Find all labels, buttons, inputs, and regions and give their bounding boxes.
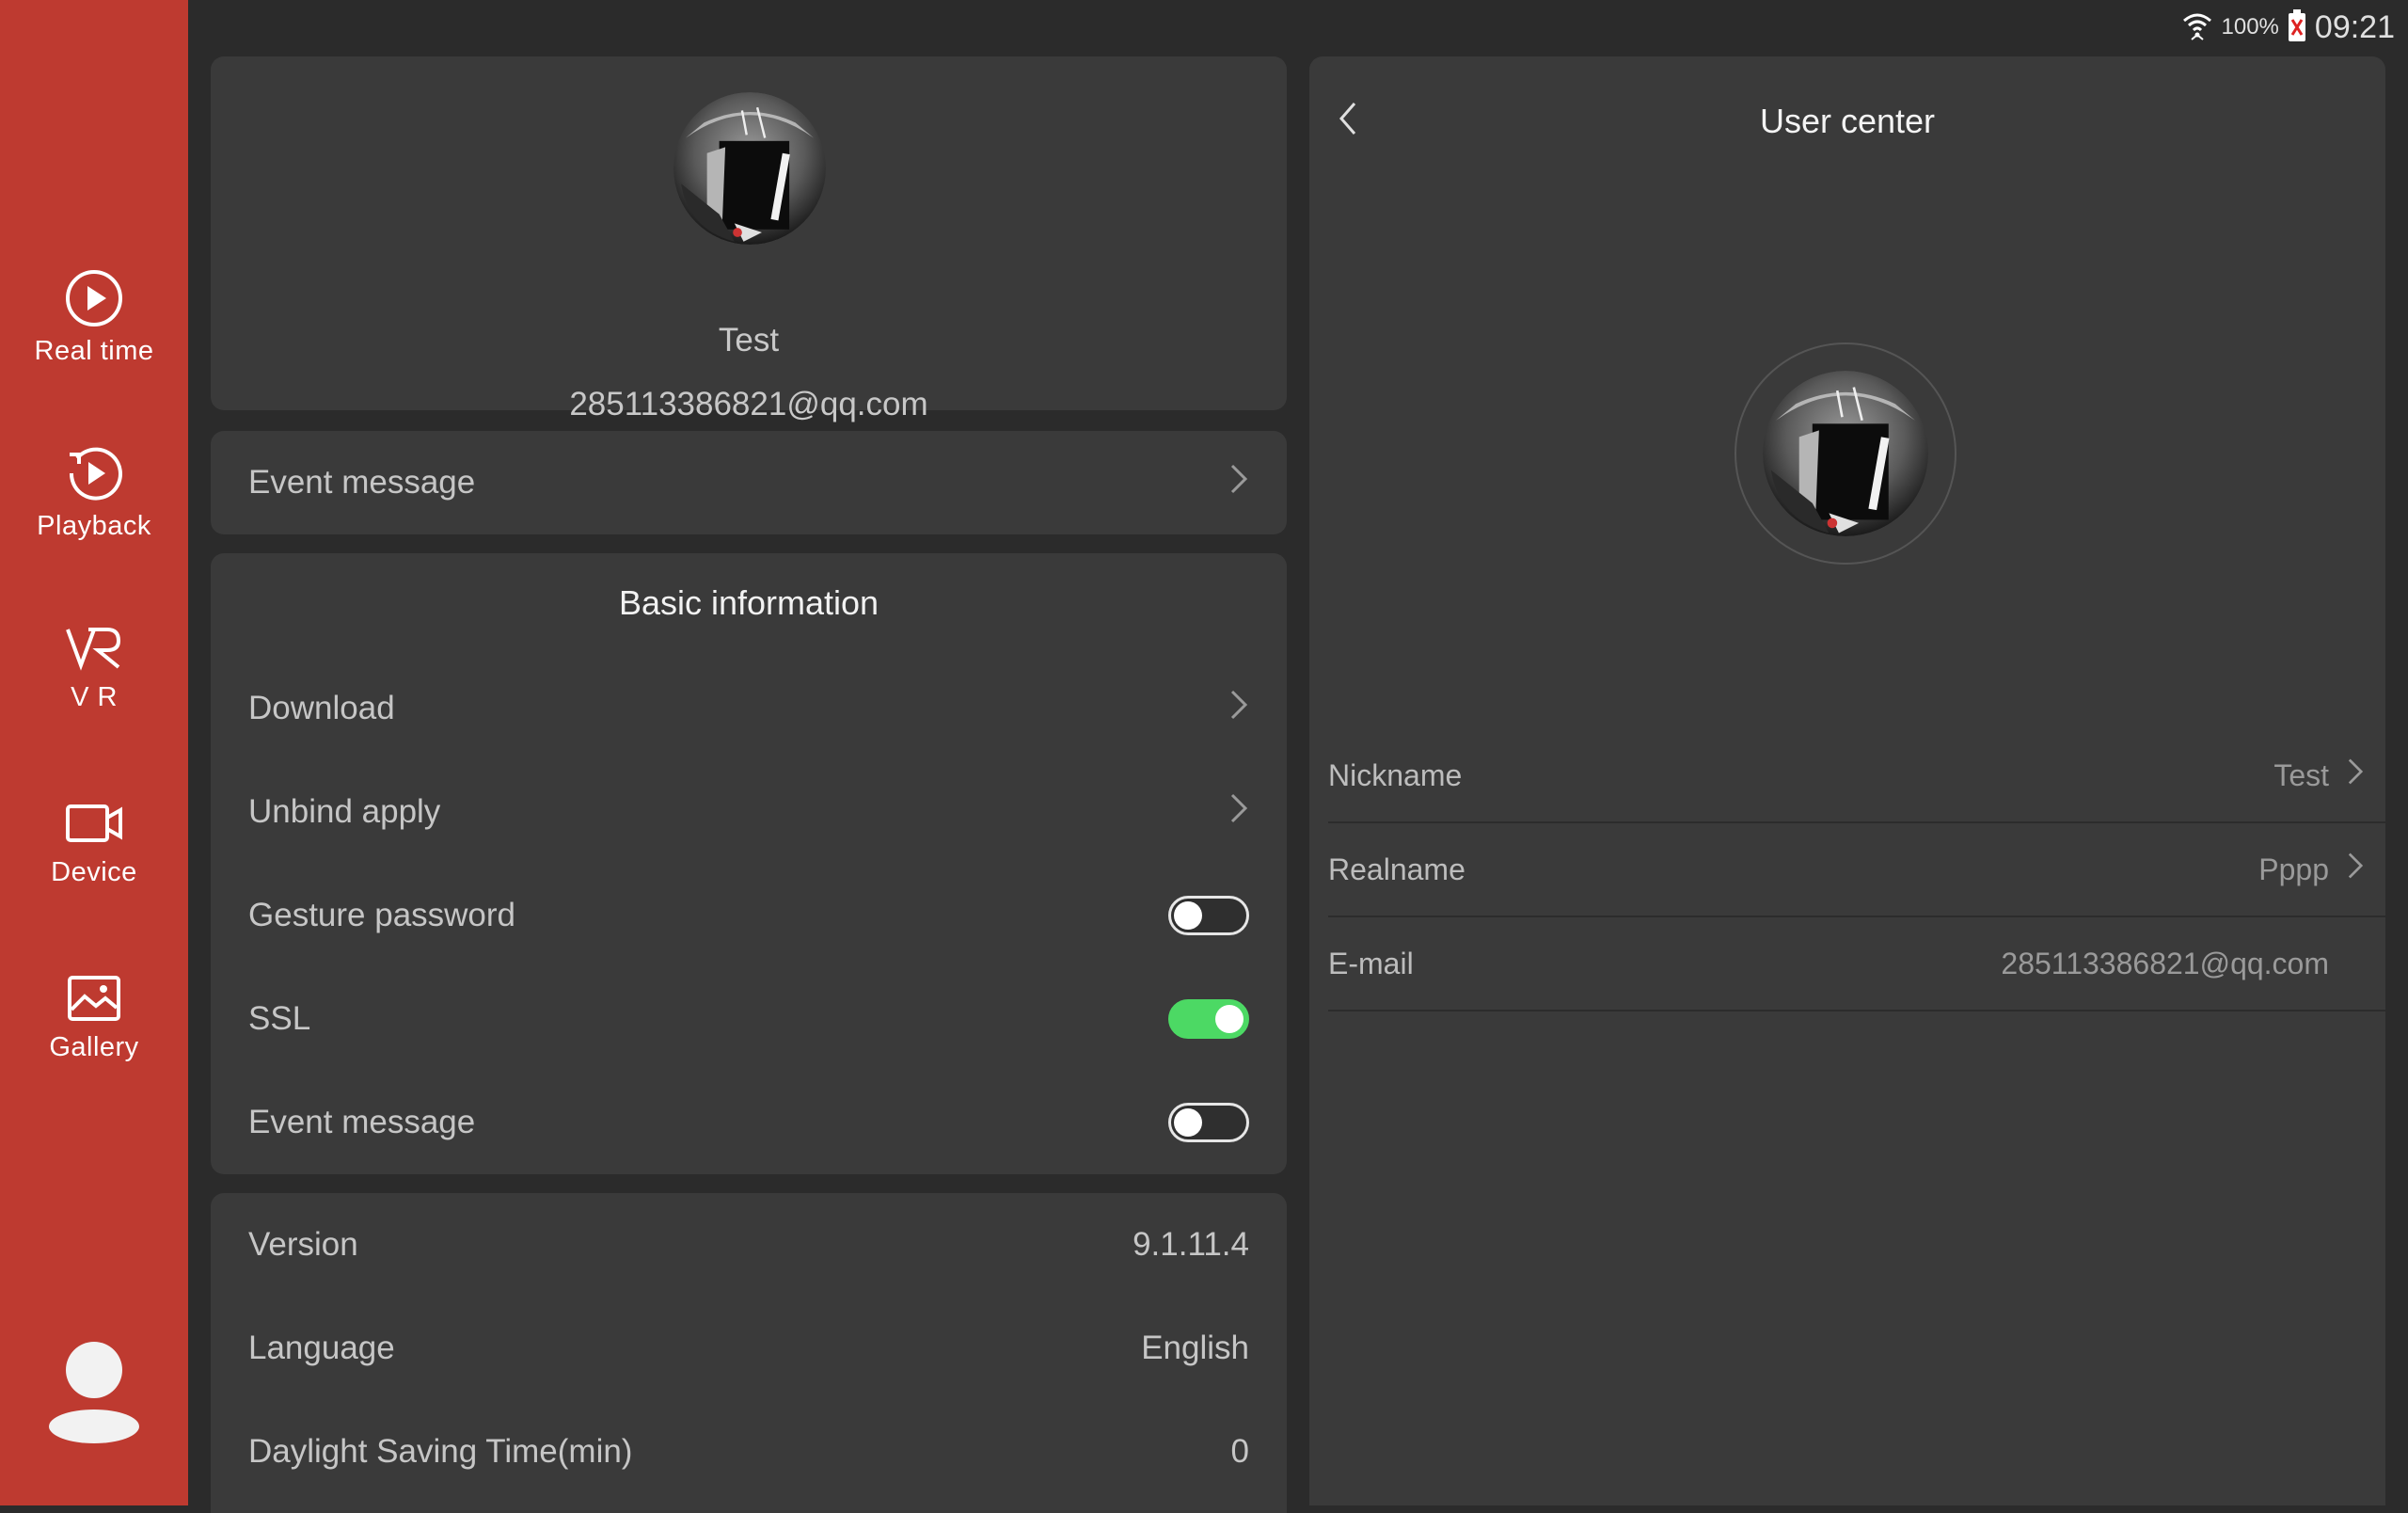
chevron-right-icon — [1228, 688, 1249, 730]
row-label: E-mail — [1328, 946, 1414, 980]
row-label: Version — [248, 1226, 358, 1263]
event-message-card: Event message — [211, 431, 1287, 534]
vr-icon — [64, 622, 124, 675]
camera-icon — [64, 797, 124, 850]
sidebar: Real time Playback V R Device Gallery — [0, 0, 188, 1505]
gesture-password-toggle[interactable] — [1168, 896, 1249, 935]
event-message-toggle[interactable] — [1168, 1103, 1249, 1142]
profile-card: Test 285113386821@qq.com — [211, 56, 1287, 422]
battery-icon — [2287, 8, 2307, 47]
nickname-row[interactable]: Nickname Test — [1328, 729, 2385, 823]
row-label: SSL — [248, 1000, 311, 1037]
sidebar-item-label: V R — [71, 681, 118, 712]
user-icon[interactable] — [38, 1336, 150, 1449]
unbind-apply-row[interactable]: Unbind apply — [211, 760, 1287, 864]
gesture-password-row: Gesture password — [211, 864, 1287, 967]
row-label: Daylight Saving Time(min) — [248, 1433, 633, 1470]
status-bar: 100% 09:21 — [188, 0, 2408, 55]
row-label: Unbind apply — [248, 793, 441, 830]
ssl-row: SSL — [211, 967, 1287, 1071]
user-avatar[interactable] — [1735, 342, 1956, 565]
row-label: Event message — [248, 464, 476, 501]
language-row[interactable]: Language English — [211, 1297, 1287, 1400]
chevron-right-icon — [1228, 791, 1249, 834]
row-label: Language — [248, 1330, 395, 1366]
download-row[interactable]: Download — [211, 657, 1287, 760]
sidebar-item-label: Playback — [37, 510, 151, 541]
realname-value: Pppp — [2258, 852, 2329, 886]
panel-title: User center — [1759, 102, 1936, 140]
row-label: Download — [248, 690, 395, 726]
gallery-icon — [64, 972, 124, 1025]
daylight-saving-value: 0 — [1230, 1433, 1249, 1470]
email-value: 285113386821@qq.com — [2001, 946, 2329, 980]
sidebar-item-vr[interactable]: V R — [0, 597, 188, 738]
battery-percent: 100% — [2221, 14, 2279, 40]
sidebar-item-gallery[interactable]: Gallery — [0, 947, 188, 1088]
chevron-right-icon — [2346, 851, 2365, 888]
play-circle-icon — [64, 268, 124, 328]
email-row: E-mail 285113386821@qq.com — [1328, 917, 2385, 1011]
ssl-toggle[interactable] — [1168, 999, 1249, 1039]
sidebar-item-label: Device — [51, 856, 137, 887]
sidebar-item-label: Real time — [34, 335, 154, 366]
profile-name: Test — [718, 322, 780, 358]
row-label: Event message — [248, 1104, 476, 1140]
version-value: 9.1.11.4 — [1133, 1226, 1249, 1263]
app-info-card: Version 9.1.11.4 Language English Daylig… — [211, 1193, 1287, 1513]
nickname-value: Test — [2273, 757, 2329, 792]
sidebar-item-real-time[interactable]: Real time — [0, 247, 188, 388]
wifi-icon — [2180, 8, 2214, 47]
event-message-row[interactable]: Event message — [211, 431, 1287, 534]
user-center-panel: User center Nickname Test Realname Pppp … — [1309, 56, 2385, 1505]
row-label: Gesture password — [248, 897, 516, 933]
realname-row[interactable]: Realname Pppp — [1328, 823, 2385, 917]
sidebar-item-label: Gallery — [49, 1031, 139, 1062]
daylight-saving-row[interactable]: Daylight Saving Time(min) 0 — [211, 1400, 1287, 1504]
chevron-right-icon — [1228, 462, 1249, 504]
row-label: Realname — [1328, 852, 1465, 886]
basic-information-card: Basic information Download Unbind apply … — [211, 553, 1287, 1174]
playback-icon — [64, 443, 124, 503]
status-clock: 09:21 — [2314, 8, 2395, 45]
profile-email: 285113386821@qq.com — [569, 386, 928, 422]
sidebar-item-device[interactable]: Device — [0, 772, 188, 913]
event-message-toggle-row: Event message — [211, 1071, 1287, 1174]
version-row: Version 9.1.11.4 — [211, 1193, 1287, 1297]
chevron-right-icon — [2346, 756, 2365, 794]
language-value: English — [1141, 1330, 1249, 1366]
avatar[interactable] — [673, 92, 826, 245]
sidebar-item-playback[interactable]: Playback — [0, 422, 188, 563]
row-label: Nickname — [1328, 757, 1463, 792]
section-title: Basic information — [618, 583, 879, 622]
